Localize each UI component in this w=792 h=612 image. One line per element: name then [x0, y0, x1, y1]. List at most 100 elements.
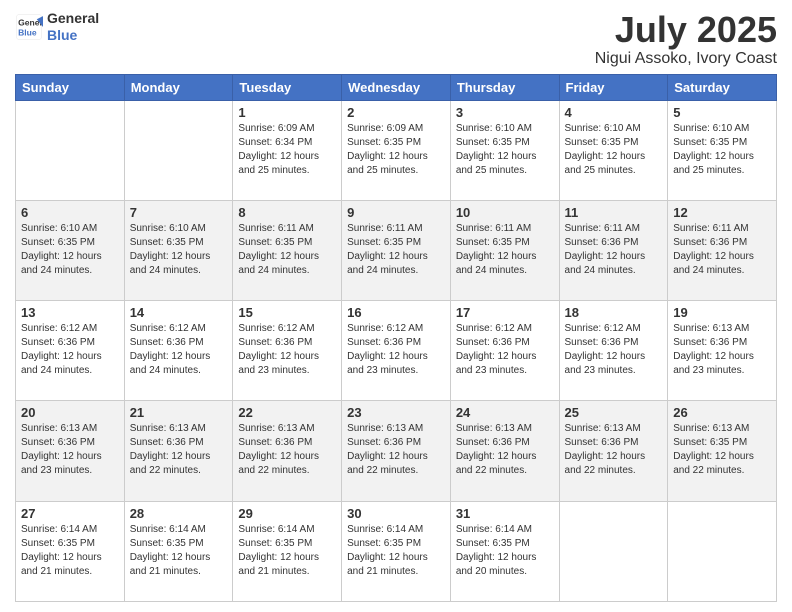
day-number: 22 — [238, 405, 336, 420]
calendar-cell: 16Sunrise: 6:12 AM Sunset: 6:36 PM Dayli… — [342, 301, 451, 401]
day-info: Sunrise: 6:09 AM Sunset: 6:35 PM Dayligh… — [347, 122, 445, 178]
day-info: Sunrise: 6:12 AM Sunset: 6:36 PM Dayligh… — [130, 322, 228, 378]
day-number: 10 — [456, 205, 554, 220]
day-info: Sunrise: 6:12 AM Sunset: 6:36 PM Dayligh… — [565, 322, 663, 378]
day-info: Sunrise: 6:10 AM Sunset: 6:35 PM Dayligh… — [130, 222, 228, 278]
day-info: Sunrise: 6:09 AM Sunset: 6:34 PM Dayligh… — [238, 122, 336, 178]
day-number: 3 — [456, 105, 554, 120]
day-number: 31 — [456, 506, 554, 521]
logo-text: General Blue — [47, 10, 99, 44]
day-info: Sunrise: 6:11 AM Sunset: 6:36 PM Dayligh… — [565, 222, 663, 278]
day-number: 20 — [21, 405, 119, 420]
calendar-week-row: 1Sunrise: 6:09 AM Sunset: 6:34 PM Daylig… — [16, 100, 777, 200]
day-info: Sunrise: 6:12 AM Sunset: 6:36 PM Dayligh… — [456, 322, 554, 378]
calendar-cell: 10 Sunrise: 6:11 AM Sunset: 6:35 PM Dayli… — [450, 200, 559, 300]
day-info: Sunrise: 6:14 AM Sunset: 6:35 PM Dayligh… — [347, 523, 445, 579]
day-number: 29 — [238, 506, 336, 521]
day-info: Sunrise: 6:13 AM Sunset: 6:36 PM Dayligh… — [347, 422, 445, 478]
calendar-cell: 1Sunrise: 6:09 AM Sunset: 6:34 PM Daylig… — [233, 100, 342, 200]
calendar-cell: 5 Sunrise: 6:10 AM Sunset: 6:35 PM Daylig… — [668, 100, 777, 200]
day-info: Sunrise: 6:14 AM Sunset: 6:35 PM Dayligh… — [21, 523, 119, 579]
day-info: Sunrise: 6:12 AM Sunset: 6:36 PM Dayligh… — [238, 322, 336, 378]
calendar-cell: 7 Sunrise: 6:10 AM Sunset: 6:35 PM Daylig… — [124, 200, 233, 300]
calendar-cell — [124, 100, 233, 200]
calendar-week-row: 13 Sunrise: 6:12 AM Sunset: 6:36 PM Dayli… — [16, 301, 777, 401]
calendar-cell: 4 Sunrise: 6:10 AM Sunset: 6:35 PM Daylig… — [559, 100, 668, 200]
calendar-cell: 28Sunrise: 6:14 AM Sunset: 6:35 PM Dayli… — [124, 501, 233, 601]
day-info: Sunrise: 6:10 AM Sunset: 6:35 PM Dayligh… — [456, 122, 554, 178]
calendar-header-row: SundayMondayTuesdayWednesdayThursdayFrid… — [16, 74, 777, 100]
day-info: Sunrise: 6:12 AM Sunset: 6:36 PM Dayligh… — [21, 322, 119, 378]
day-number: 26 — [673, 405, 771, 420]
day-number: 4 — [565, 105, 663, 120]
day-info: Sunrise: 6:13 AM Sunset: 6:36 PM Dayligh… — [238, 422, 336, 478]
calendar-cell: 3 Sunrise: 6:10 AM Sunset: 6:35 PM Daylig… — [450, 100, 559, 200]
calendar-col-header: Sunday — [16, 74, 125, 100]
calendar-col-header: Thursday — [450, 74, 559, 100]
calendar-cell: 20 Sunrise: 6:13 AM Sunset: 6:36 PM Dayli… — [16, 401, 125, 501]
svg-text:Blue: Blue — [18, 27, 37, 37]
day-number: 18 — [565, 305, 663, 320]
calendar-cell: 18 Sunrise: 6:12 AM Sunset: 6:36 PM Dayli… — [559, 301, 668, 401]
day-number: 7 — [130, 205, 228, 220]
calendar-cell: 11Sunrise: 6:11 AM Sunset: 6:36 PM Dayli… — [559, 200, 668, 300]
day-number: 21 — [130, 405, 228, 420]
logo-line2: Blue — [47, 27, 99, 44]
day-info: Sunrise: 6:10 AM Sunset: 6:35 PM Dayligh… — [565, 122, 663, 178]
calendar-col-header: Friday — [559, 74, 668, 100]
logo-icon: General Blue — [15, 13, 43, 41]
calendar-week-row: 6 Sunrise: 6:10 AM Sunset: 6:35 PM Daylig… — [16, 200, 777, 300]
day-number: 5 — [673, 105, 771, 120]
calendar-cell: 23 Sunrise: 6:13 AM Sunset: 6:36 PM Dayli… — [342, 401, 451, 501]
calendar-col-header: Saturday — [668, 74, 777, 100]
day-info: Sunrise: 6:14 AM Sunset: 6:35 PM Dayligh… — [456, 523, 554, 579]
calendar-cell: 27Sunrise: 6:14 AM Sunset: 6:35 PM Dayli… — [16, 501, 125, 601]
day-number: 19 — [673, 305, 771, 320]
calendar-cell: 24 Sunrise: 6:13 AM Sunset: 6:36 PM Dayli… — [450, 401, 559, 501]
logo-line1: General — [47, 10, 99, 27]
calendar-cell: 8Sunrise: 6:11 AM Sunset: 6:35 PM Daylig… — [233, 200, 342, 300]
day-number: 23 — [347, 405, 445, 420]
calendar-cell: 29 Sunrise: 6:14 AM Sunset: 6:35 PM Dayli… — [233, 501, 342, 601]
day-info: Sunrise: 6:13 AM Sunset: 6:36 PM Dayligh… — [130, 422, 228, 478]
calendar-cell — [668, 501, 777, 601]
day-info: Sunrise: 6:11 AM Sunset: 6:35 PM Dayligh… — [456, 222, 554, 278]
day-number: 6 — [21, 205, 119, 220]
calendar-cell: 25Sunrise: 6:13 AM Sunset: 6:36 PM Dayli… — [559, 401, 668, 501]
calendar-table: SundayMondayTuesdayWednesdayThursdayFrid… — [15, 74, 777, 602]
day-info: Sunrise: 6:13 AM Sunset: 6:36 PM Dayligh… — [673, 322, 771, 378]
calendar-cell: 14 Sunrise: 6:12 AM Sunset: 6:36 PM Dayli… — [124, 301, 233, 401]
day-info: Sunrise: 6:11 AM Sunset: 6:35 PM Dayligh… — [347, 222, 445, 278]
day-info: Sunrise: 6:13 AM Sunset: 6:36 PM Dayligh… — [456, 422, 554, 478]
calendar-week-row: 20 Sunrise: 6:13 AM Sunset: 6:36 PM Dayli… — [16, 401, 777, 501]
calendar-week-row: 27Sunrise: 6:14 AM Sunset: 6:35 PM Dayli… — [16, 501, 777, 601]
calendar-cell: 19 Sunrise: 6:13 AM Sunset: 6:36 PM Dayli… — [668, 301, 777, 401]
day-number: 13 — [21, 305, 119, 320]
day-number: 24 — [456, 405, 554, 420]
day-number: 30 — [347, 506, 445, 521]
calendar-cell: 6Sunrise: 6:10 AM Sunset: 6:35 PM Daylig… — [16, 200, 125, 300]
calendar-cell — [559, 501, 668, 601]
calendar-cell: 13 Sunrise: 6:12 AM Sunset: 6:36 PM Dayli… — [16, 301, 125, 401]
main-title: July 2025 — [595, 10, 777, 50]
day-number: 12 — [673, 205, 771, 220]
day-info: Sunrise: 6:14 AM Sunset: 6:35 PM Dayligh… — [238, 523, 336, 579]
day-info: Sunrise: 6:13 AM Sunset: 6:36 PM Dayligh… — [565, 422, 663, 478]
day-info: Sunrise: 6:14 AM Sunset: 6:35 PM Dayligh… — [130, 523, 228, 579]
calendar-cell: 26Sunrise: 6:13 AM Sunset: 6:35 PM Dayli… — [668, 401, 777, 501]
calendar-cell — [16, 100, 125, 200]
page: General Blue General Blue July 2025 Nigu… — [0, 0, 792, 612]
day-info: Sunrise: 6:10 AM Sunset: 6:35 PM Dayligh… — [673, 122, 771, 178]
day-number: 9 — [347, 205, 445, 220]
title-block: July 2025 Nigui Assoko, Ivory Coast — [595, 10, 777, 68]
calendar-cell: 21 Sunrise: 6:13 AM Sunset: 6:36 PM Dayli… — [124, 401, 233, 501]
day-number: 2 — [347, 105, 445, 120]
calendar-cell: 31 Sunrise: 6:14 AM Sunset: 6:35 PM Dayli… — [450, 501, 559, 601]
day-info: Sunrise: 6:13 AM Sunset: 6:36 PM Dayligh… — [21, 422, 119, 478]
calendar-cell: 22 Sunrise: 6:13 AM Sunset: 6:36 PM Dayli… — [233, 401, 342, 501]
day-info: Sunrise: 6:11 AM Sunset: 6:35 PM Dayligh… — [238, 222, 336, 278]
day-number: 14 — [130, 305, 228, 320]
calendar-cell: 30 Sunrise: 6:14 AM Sunset: 6:35 PM Dayli… — [342, 501, 451, 601]
day-info: Sunrise: 6:11 AM Sunset: 6:36 PM Dayligh… — [673, 222, 771, 278]
calendar-col-header: Wednesday — [342, 74, 451, 100]
